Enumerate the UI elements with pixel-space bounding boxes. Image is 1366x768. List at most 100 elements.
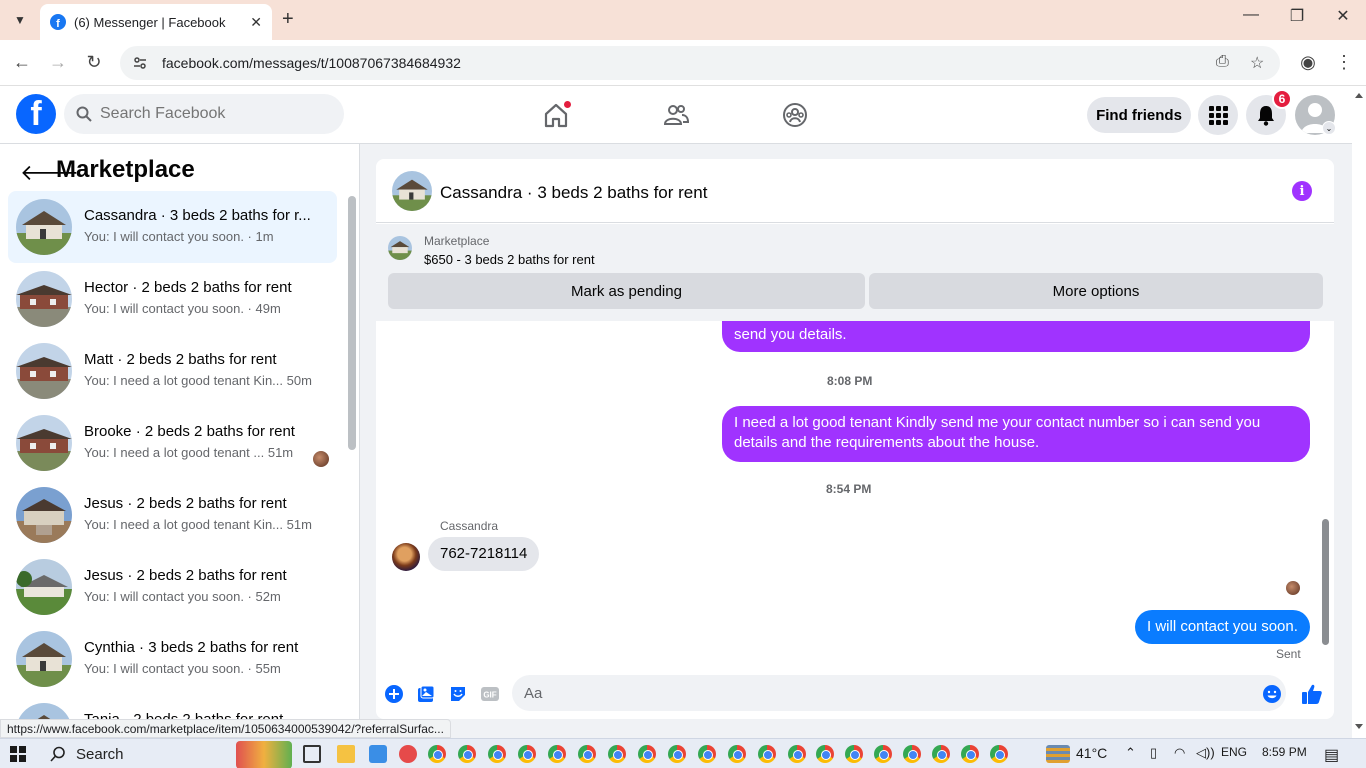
minimize-icon[interactable]: —: [1228, 6, 1274, 24]
wifi-icon[interactable]: ◠: [1174, 745, 1185, 761]
volume-icon[interactable]: ◁)): [1196, 745, 1215, 761]
emoji-icon[interactable]: [1261, 683, 1283, 705]
notification-center-icon[interactable]: ▤: [1324, 745, 1339, 765]
search-icon: [76, 106, 92, 122]
chrome-icon[interactable]: [961, 745, 979, 763]
page-scrollbar[interactable]: [1352, 86, 1366, 738]
tab-close-icon[interactable]: ✕: [250, 14, 262, 31]
chrome-icon[interactable]: [668, 745, 686, 763]
tab-list-chevron-icon[interactable]: ▼: [8, 8, 32, 32]
like-thumbs-up-icon[interactable]: [1301, 683, 1323, 705]
more-options-button[interactable]: More options: [869, 273, 1323, 309]
task-view-icon[interactable]: [303, 745, 321, 763]
chrome-icon[interactable]: [788, 745, 806, 763]
chrome-icon[interactable]: [932, 745, 950, 763]
new-tab-plus-icon[interactable]: +: [282, 8, 294, 31]
chrome-icon[interactable]: [990, 745, 1008, 763]
notepad-icon[interactable]: [369, 745, 387, 763]
tab-title: (6) Messenger | Facebook: [74, 14, 226, 30]
chrome-icon[interactable]: [608, 745, 626, 763]
chrome-icon[interactable]: [698, 745, 716, 763]
photo-icon[interactable]: [415, 683, 437, 705]
chrome-icon[interactable]: [758, 745, 776, 763]
reload-icon[interactable]: ↻: [82, 52, 106, 73]
conversation-item[interactable]: Hector · 2 beds 2 baths for rent You: I …: [8, 263, 337, 335]
chrome-icon[interactable]: [458, 745, 476, 763]
chrome-icon[interactable]: [903, 745, 921, 763]
conversation-item[interactable]: Cassandra · 3 beds 2 baths for r... You:…: [8, 191, 337, 263]
info-icon[interactable]: i: [1292, 181, 1312, 201]
window-close-icon[interactable]: ✕: [1320, 6, 1366, 26]
back-arrow-icon[interactable]: ←: [10, 52, 34, 73]
house-thumbnail: [16, 415, 72, 471]
tray-chevron-icon[interactable]: ⌃: [1125, 745, 1136, 761]
language-indicator[interactable]: ENG: [1221, 745, 1247, 759]
menu-grid-icon[interactable]: [1198, 95, 1238, 135]
taskbar-search[interactable]: Search: [40, 741, 230, 767]
facebook-logo-icon[interactable]: f: [16, 94, 56, 134]
conversation-preview: You: I will contact you soon. · 49m: [84, 301, 281, 316]
battery-icon[interactable]: ▯: [1150, 745, 1157, 761]
chrome-icon[interactable]: [874, 745, 892, 763]
chrome-icon[interactable]: [728, 745, 746, 763]
message-scrollbar[interactable]: [1322, 519, 1329, 645]
listing-title[interactable]: $650 - 3 beds 2 baths for rent: [424, 252, 595, 267]
mark-as-pending-button[interactable]: Mark as pending: [388, 273, 865, 309]
conversation-item[interactable]: Jesus · 2 beds 2 baths for rent You: I n…: [8, 479, 337, 551]
message-input[interactable]: [512, 675, 1286, 711]
more-actions-plus-icon[interactable]: [383, 683, 405, 705]
chrome-icon[interactable]: [638, 745, 656, 763]
listing-thumbnail[interactable]: [388, 236, 412, 260]
app-icon[interactable]: [399, 745, 417, 763]
install-app-icon[interactable]: ⎙: [1216, 53, 1229, 71]
conversation-name: Matt · 2 beds 2 baths for rent: [84, 351, 277, 368]
address-bar[interactable]: facebook.com/messages/t/1008706738468493…: [120, 46, 1280, 80]
house-thumbnail[interactable]: [392, 171, 432, 211]
weather-temp[interactable]: 41°C: [1076, 745, 1107, 761]
site-settings-icon[interactable]: [132, 55, 148, 71]
friends-icon[interactable]: [661, 100, 691, 130]
chrome-icon[interactable]: [816, 745, 834, 763]
restore-icon[interactable]: ❐: [1274, 6, 1320, 26]
chrome-icon[interactable]: [488, 745, 506, 763]
account-chevron-icon[interactable]: ⌄: [1322, 121, 1336, 135]
conversation-item[interactable]: Jesus · 2 beds 2 baths for rent You: I w…: [8, 551, 337, 623]
conversation-item[interactable]: Brooke · 2 beds 2 baths for rent You: I …: [8, 407, 337, 479]
conversation-item[interactable]: Cynthia · 3 beds 2 baths for rent You: I…: [8, 623, 337, 695]
message-composer: GIF: [376, 671, 1334, 719]
find-friends-button[interactable]: Find friends: [1087, 97, 1191, 133]
chrome-icon[interactable]: [518, 745, 536, 763]
notification-count-badge: 6: [1272, 89, 1292, 109]
file-explorer-icon[interactable]: [337, 745, 355, 763]
chat-header: Cassandra · 3 beds 2 baths for rent i: [376, 159, 1334, 223]
chrome-icon[interactable]: [428, 745, 446, 763]
conversation-item[interactable]: Matt · 2 beds 2 baths for rent You: I ne…: [8, 335, 337, 407]
sender-avatar[interactable]: [392, 543, 420, 571]
weather-icon[interactable]: [1046, 745, 1070, 763]
sent-status: Sent: [1276, 647, 1301, 661]
sidebar-scrollbar[interactable]: [348, 196, 356, 450]
bookmark-star-icon[interactable]: ☆: [1250, 53, 1264, 73]
chrome-icon[interactable]: [845, 745, 863, 763]
conversation-name: Hector · 2 beds 2 baths for rent: [84, 279, 292, 296]
browser-menu-icon[interactable]: ⋮: [1332, 52, 1356, 73]
browser-tab[interactable]: f (6) Messenger | Facebook ✕: [40, 4, 272, 40]
status-bar-link: https://www.facebook.com/marketplace/ite…: [0, 719, 451, 738]
gif-icon[interactable]: GIF: [479, 683, 501, 705]
house-thumbnail: [16, 343, 72, 399]
profile-icon[interactable]: ◉: [1296, 52, 1320, 73]
search-box[interactable]: [64, 94, 344, 134]
chrome-icon[interactable]: [548, 745, 566, 763]
browser-toolbar: ← → ↻ facebook.com/messages/t/1008706738…: [0, 40, 1366, 86]
message-text: send you details.: [734, 326, 847, 343]
windows-start-icon[interactable]: [10, 746, 26, 762]
timestamp: 8:08 PM: [827, 374, 873, 388]
search-input[interactable]: [100, 105, 320, 123]
clock[interactable]: 8:59 PM: [1262, 745, 1307, 759]
chat-title[interactable]: Cassandra · 3 beds 2 baths for rent: [440, 183, 707, 203]
groups-icon[interactable]: [780, 100, 810, 130]
search-highlight-icon[interactable]: [236, 741, 292, 768]
sticker-icon[interactable]: [447, 683, 469, 705]
chrome-icon[interactable]: [578, 745, 596, 763]
forward-arrow-icon[interactable]: →: [46, 52, 70, 73]
